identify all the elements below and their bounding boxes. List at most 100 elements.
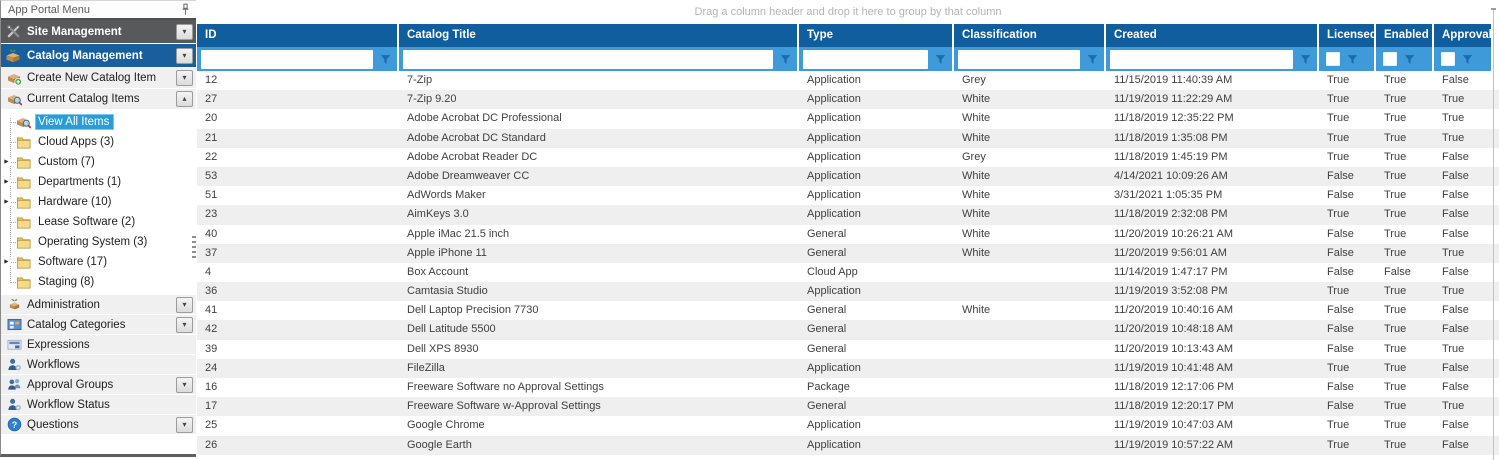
sidebar-item-catalog-categories[interactable]: Catalog Categories▾ — [1, 315, 196, 334]
table-row[interactable]: 16Freeware Software no Approval Settings… — [197, 378, 1499, 397]
table-row[interactable]: 24FileZillaApplication11/19/2019 10:41:4… — [197, 359, 1499, 378]
sidebar-item-workflows[interactable]: Workflows — [1, 355, 196, 374]
table-row[interactable]: 21Adobe Acrobat DC StandardApplicationWh… — [197, 129, 1499, 148]
sidebar-item-workflow-status[interactable]: Workflow Status — [1, 395, 196, 414]
cell-created: 11/20/2019 10:13:43 AM — [1106, 340, 1319, 359]
filter-input-created[interactable] — [1110, 50, 1293, 69]
sidebar-item-administration[interactable]: Administration▾ — [1, 295, 196, 314]
sidebar-item-current-catalog-items[interactable]: Current Catalog Items▴ — [1, 89, 196, 109]
dropdown-button[interactable]: ▾ — [176, 70, 193, 86]
column-header-classification[interactable]: Classification — [954, 24, 1106, 47]
table-row[interactable]: 17Freeware Software w-Approval SettingsG… — [197, 397, 1499, 416]
table-row[interactable]: 277-Zip 9.20ApplicationWhite11/19/2019 1… — [197, 90, 1499, 109]
tree-item-operating-system-3[interactable]: Operating System (3) — [1, 232, 196, 252]
filter-cell-classification — [954, 47, 1106, 71]
filter-funnel-icon[interactable] — [1343, 54, 1361, 65]
tree-item-cloud-apps-3[interactable]: Cloud Apps (3) — [1, 132, 196, 152]
filter-input-type[interactable] — [803, 50, 928, 69]
expander-icon[interactable]: ► — [2, 179, 11, 186]
right-splitter[interactable] — [1493, 8, 1494, 460]
tree-item-departments-1[interactable]: ►Departments (1) — [1, 172, 196, 192]
column-header-licensed[interactable]: Licensed — [1319, 24, 1376, 47]
sidebar-section-catalog-management[interactable]: Catalog Management▾ — [1, 44, 196, 67]
splitter-grip[interactable] — [192, 236, 196, 260]
filter-checkbox-approval[interactable] — [1441, 52, 1455, 66]
column-header-approval[interactable]: Approval — [1434, 24, 1493, 47]
sidebar-item-expressions[interactable]: Expressions — [1, 335, 196, 354]
cell-enabled: True — [1376, 90, 1434, 109]
grid-filter-row — [197, 47, 1499, 71]
tree-item-view-all-items[interactable]: View All Items — [1, 112, 196, 132]
table-row[interactable]: 40Apple iMac 21.5 inchGeneralWhite11/20/… — [197, 225, 1499, 244]
filter-checkbox-enabled[interactable] — [1383, 52, 1397, 66]
filter-funnel-icon[interactable] — [376, 54, 394, 65]
cell-licensed: False — [1319, 244, 1376, 263]
dropdown-button[interactable]: ▾ — [176, 317, 193, 333]
cell-licensed: True — [1319, 416, 1376, 435]
column-header-enabled[interactable]: Enabled — [1376, 24, 1434, 47]
column-header-created[interactable]: Created — [1106, 24, 1319, 47]
table-row[interactable]: 36Camtasia StudioApplication11/19/2019 3… — [197, 282, 1499, 301]
cell-created: 11/18/2019 2:32:08 PM — [1106, 205, 1319, 224]
filter-input-classification[interactable] — [958, 50, 1080, 69]
expander-icon[interactable]: ► — [2, 159, 11, 166]
cell-classification — [954, 397, 1106, 416]
table-row[interactable]: 26Google EarthApplication11/19/2019 10:5… — [197, 436, 1499, 455]
cell-licensed: False — [1319, 397, 1376, 416]
dropdown-button[interactable]: ▾ — [176, 297, 193, 313]
dropdown-button[interactable]: ▴ — [176, 91, 193, 107]
expander-icon[interactable]: ► — [2, 199, 11, 206]
table-row[interactable]: 20Adobe Acrobat DC ProfessionalApplicati… — [197, 109, 1499, 128]
filter-input-id[interactable] — [201, 50, 373, 69]
cell-classification: White — [954, 109, 1106, 128]
cell-catalog-title: Google Chrome — [399, 416, 799, 435]
table-row[interactable]: 127-ZipApplicationGrey11/15/2019 11:40:3… — [197, 71, 1499, 90]
tree-item-software-17[interactable]: ►Software (17) — [1, 252, 196, 272]
sidebar-section-site-management[interactable]: Site Management ▾ — [1, 20, 196, 43]
filter-funnel-icon[interactable] — [1083, 54, 1101, 65]
cell-catalog-title: Freeware Software w-Approval Settings — [399, 397, 799, 416]
table-row[interactable]: 23AimKeys 3.0ApplicationWhite11/18/2019 … — [197, 205, 1499, 224]
table-row[interactable]: 53Adobe Dreamweaver CCApplicationWhite4/… — [197, 167, 1499, 186]
sidebar-item-create-new-catalog-item[interactable]: Create New Catalog Item▾ — [1, 68, 196, 88]
tree-item-staging-8[interactable]: Staging (8) — [1, 272, 196, 292]
dropdown-button[interactable]: ▾ — [176, 48, 193, 64]
filter-funnel-icon[interactable] — [776, 54, 794, 65]
dropdown-button[interactable]: ▾ — [176, 24, 193, 40]
filter-input-catalog-title[interactable] — [403, 50, 773, 69]
table-row[interactable]: 37Apple iPhone 11GeneralWhite11/20/2019 … — [197, 244, 1499, 263]
table-row[interactable]: 51AdWords MakerApplicationWhite3/31/2021… — [197, 186, 1499, 205]
tree-item-custom-7[interactable]: ►Custom (7) — [1, 152, 196, 172]
cell-created: 11/19/2019 10:57:22 AM — [1106, 436, 1319, 455]
sidebar-item-approval-groups[interactable]: Approval Groups▾ — [1, 375, 196, 394]
sidebar-item-questions[interactable]: ?Questions▾ — [1, 415, 196, 434]
pin-icon[interactable] — [181, 3, 190, 16]
group-by-drop-zone[interactable]: Drag a column header and drop it here to… — [197, 0, 1499, 24]
table-row[interactable]: 22Adobe Acrobat Reader DCApplicationGrey… — [197, 148, 1499, 167]
filter-funnel-icon[interactable] — [1296, 54, 1314, 65]
filter-funnel-icon[interactable] — [931, 54, 949, 65]
dropdown-button[interactable]: ▾ — [176, 377, 193, 393]
filter-checkbox-licensed[interactable] — [1326, 52, 1340, 66]
column-header-type[interactable]: Type — [799, 24, 954, 47]
cell-enabled: False — [1376, 263, 1434, 282]
people-group-icon — [6, 377, 22, 392]
table-row[interactable]: 42Dell Latitude 5500General11/20/2019 10… — [197, 320, 1499, 339]
cell-classification: White — [954, 244, 1106, 263]
column-header-id[interactable]: ID — [197, 24, 399, 47]
cell-licensed: True — [1319, 90, 1376, 109]
filter-funnel-icon[interactable] — [1400, 54, 1418, 65]
section-label: Site Management — [27, 26, 122, 38]
tree-item-hardware-10[interactable]: ►Hardware (10) — [1, 192, 196, 212]
table-row[interactable]: 25Google ChromeApplication11/19/2019 10:… — [197, 416, 1499, 435]
expander-icon[interactable]: ► — [2, 259, 11, 266]
filter-funnel-icon[interactable] — [1458, 54, 1476, 65]
table-row[interactable]: 39Dell XPS 8930General11/20/2019 10:13:4… — [197, 340, 1499, 359]
tree-item-lease-software-2[interactable]: Lease Software (2) — [1, 212, 196, 232]
column-header-catalog-title[interactable]: Catalog Title — [399, 24, 799, 47]
cell-created: 11/18/2019 12:20:17 PM — [1106, 397, 1319, 416]
table-row[interactable]: 4Box AccountCloud App11/14/2019 1:47:17 … — [197, 263, 1499, 282]
cell-id: 4 — [197, 263, 399, 282]
table-row[interactable]: 41Dell Laptop Precision 7730GeneralWhite… — [197, 301, 1499, 320]
dropdown-button[interactable]: ▾ — [176, 417, 193, 433]
